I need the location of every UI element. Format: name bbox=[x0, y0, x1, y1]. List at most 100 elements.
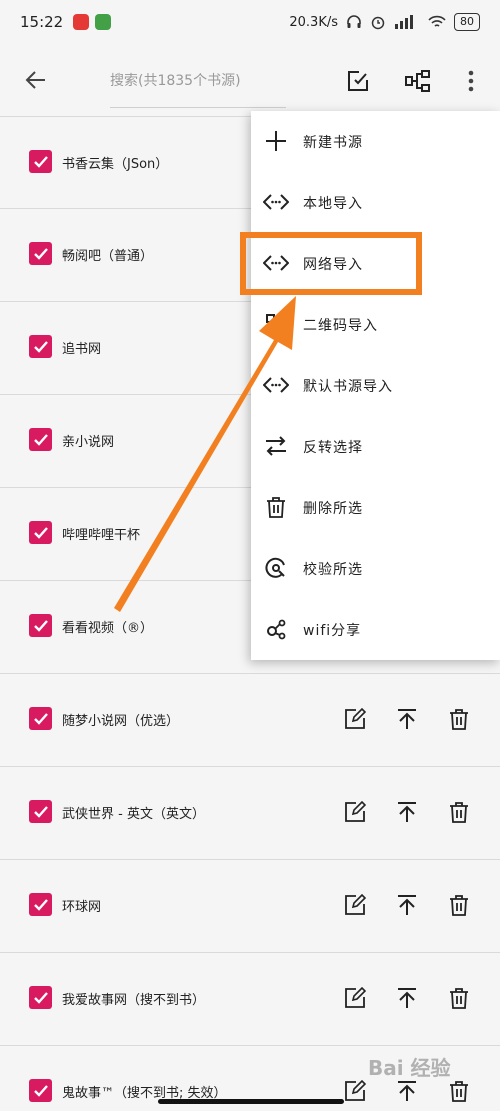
edit-button[interactable] bbox=[342, 1078, 368, 1104]
checkbox[interactable] bbox=[29, 521, 52, 544]
source-name: 武侠世界 - 英文（英文） bbox=[62, 807, 205, 822]
check-icon bbox=[33, 1084, 48, 1097]
check-icon bbox=[33, 340, 48, 353]
checkbox[interactable] bbox=[29, 1079, 52, 1102]
code-icon bbox=[263, 372, 289, 398]
menu-item-wifi-share[interactable]: wifi分享 bbox=[251, 599, 500, 660]
menu-item-label: 本地导入 bbox=[303, 195, 363, 212]
check-icon bbox=[33, 433, 48, 446]
trash-icon bbox=[450, 802, 468, 823]
checkbox[interactable] bbox=[29, 707, 52, 730]
move-top-button[interactable] bbox=[394, 1078, 420, 1104]
menu-item-new-source[interactable]: 新建书源 bbox=[251, 111, 500, 172]
delete-button[interactable] bbox=[446, 1078, 472, 1104]
menu-item-label: 反转选择 bbox=[303, 439, 363, 456]
menu-item-local-import[interactable]: 本地导入 bbox=[251, 172, 500, 233]
select-edit-button[interactable] bbox=[343, 66, 373, 96]
edit-button[interactable] bbox=[342, 799, 368, 825]
qr-icon bbox=[263, 311, 289, 337]
list-item[interactable]: 随梦小说网（优选） bbox=[0, 674, 500, 767]
move-top-button[interactable] bbox=[394, 892, 420, 918]
checkbox[interactable] bbox=[29, 150, 52, 173]
check-icon bbox=[33, 526, 48, 539]
edit-icon bbox=[345, 894, 366, 915]
check-circle-icon bbox=[263, 555, 289, 581]
source-name: 我爱故事网（搜不到书） bbox=[62, 993, 206, 1008]
checkbox[interactable] bbox=[29, 614, 52, 637]
list-item[interactable]: 武侠世界 - 英文（英文） bbox=[0, 767, 500, 860]
move-top-button[interactable] bbox=[394, 985, 420, 1011]
menu-item-default-import[interactable]: 默认书源导入 bbox=[251, 355, 500, 416]
more-vert-icon bbox=[468, 70, 474, 92]
arrow-top-icon bbox=[398, 709, 416, 729]
code-icon bbox=[263, 189, 289, 215]
overflow-menu: 新建书源 本地导入 网络导入 二维码导入 默认书源导入 反转选择 删除所选 校验… bbox=[251, 111, 500, 660]
delete-button[interactable] bbox=[446, 985, 472, 1011]
group-button[interactable] bbox=[403, 66, 433, 96]
battery-indicator: 80 bbox=[454, 13, 480, 31]
check-icon bbox=[33, 712, 48, 725]
source-name: 追书网 bbox=[62, 342, 102, 357]
source-name: 看看视频（®） bbox=[62, 621, 154, 636]
row-actions bbox=[342, 892, 472, 918]
checkbox[interactable] bbox=[29, 893, 52, 916]
check-icon bbox=[33, 619, 48, 632]
check-icon bbox=[33, 898, 48, 911]
edit-button[interactable] bbox=[342, 892, 368, 918]
menu-item-label: 校验所选 bbox=[303, 561, 363, 578]
source-name: 畅阅吧（普通） bbox=[62, 249, 154, 264]
arrow-top-icon bbox=[398, 988, 416, 1008]
row-actions bbox=[342, 985, 472, 1011]
trash-icon bbox=[450, 1081, 468, 1102]
green-app-icon bbox=[95, 14, 112, 30]
menu-item-delete-selected[interactable]: 删除所选 bbox=[251, 477, 500, 538]
home-indicator[interactable] bbox=[158, 1099, 344, 1104]
plus-icon bbox=[263, 128, 289, 154]
source-name: 环球网 bbox=[62, 900, 102, 915]
trash-icon bbox=[263, 494, 289, 520]
arrow-top-icon bbox=[398, 1081, 416, 1101]
menu-item-invert-selection[interactable]: 反转选择 bbox=[251, 416, 500, 477]
arrow-top-icon bbox=[398, 802, 416, 822]
delete-button[interactable] bbox=[446, 706, 472, 732]
more-options-button[interactable] bbox=[456, 66, 486, 96]
signal-icon bbox=[395, 15, 413, 29]
checkbox[interactable] bbox=[29, 986, 52, 1009]
move-top-button[interactable] bbox=[394, 799, 420, 825]
arrow-left-icon bbox=[25, 71, 45, 89]
status-bar: 15:22 20.3K/s 80 bbox=[0, 0, 500, 44]
arrow-top-icon bbox=[398, 895, 416, 915]
checkbox[interactable] bbox=[29, 335, 52, 358]
checkbox[interactable] bbox=[29, 242, 52, 265]
checkbox[interactable] bbox=[29, 428, 52, 451]
menu-item-label: 删除所选 bbox=[303, 500, 363, 517]
swap-icon bbox=[263, 433, 289, 459]
edit-button[interactable] bbox=[342, 706, 368, 732]
alarm-icon bbox=[371, 16, 385, 30]
row-actions bbox=[342, 706, 472, 732]
network-speed: 20.3K/s bbox=[289, 14, 338, 30]
search-input[interactable]: 搜索(共1835个书源) bbox=[110, 66, 286, 108]
list-item[interactable]: 我爱故事网（搜不到书） bbox=[0, 953, 500, 1046]
list-item[interactable]: 环球网 bbox=[0, 860, 500, 953]
back-button[interactable] bbox=[20, 64, 52, 96]
row-actions bbox=[342, 799, 472, 825]
edit-icon bbox=[345, 987, 366, 1008]
delete-button[interactable] bbox=[446, 799, 472, 825]
check-icon bbox=[33, 247, 48, 260]
checkbox[interactable] bbox=[29, 800, 52, 823]
menu-item-label: 二维码导入 bbox=[303, 317, 378, 334]
edit-button[interactable] bbox=[342, 985, 368, 1011]
menu-item-label: 默认书源导入 bbox=[303, 378, 393, 395]
source-name: 亲小说网 bbox=[62, 435, 115, 450]
source-name: 哔哩哔哩干杯 bbox=[62, 528, 141, 543]
move-top-button[interactable] bbox=[394, 706, 420, 732]
share-icon bbox=[263, 616, 289, 642]
source-name: 书香云集（JSon） bbox=[62, 157, 169, 172]
delete-button[interactable] bbox=[446, 892, 472, 918]
menu-item-qr-import[interactable]: 二维码导入 bbox=[251, 294, 500, 355]
status-time: 15:22 bbox=[20, 13, 64, 31]
headphones-icon bbox=[347, 15, 361, 28]
menu-item-verify-selected[interactable]: 校验所选 bbox=[251, 538, 500, 599]
edit-icon bbox=[345, 708, 366, 729]
